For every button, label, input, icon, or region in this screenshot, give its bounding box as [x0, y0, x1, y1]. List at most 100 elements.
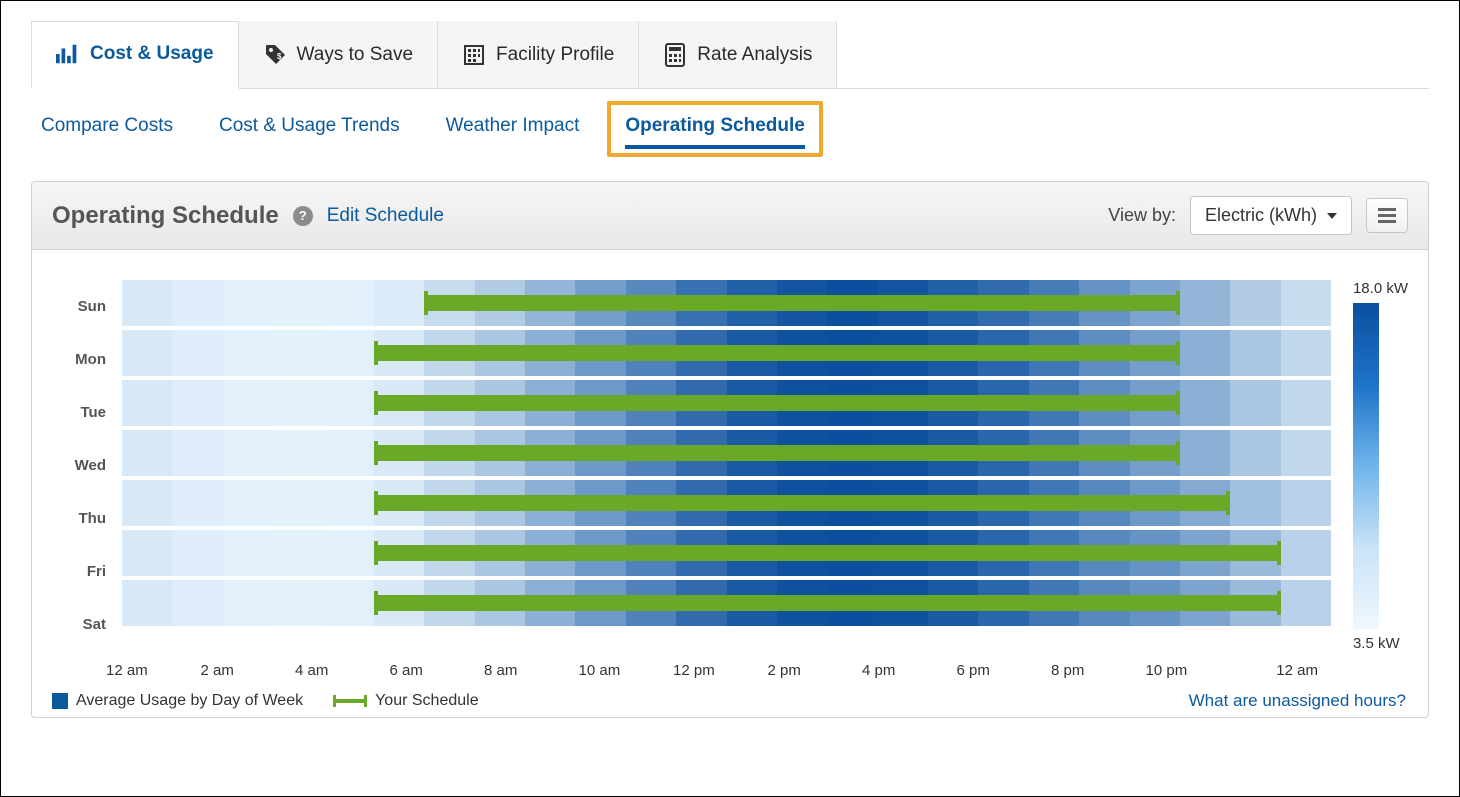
tab-label: Facility Profile [496, 44, 614, 66]
y-tick-label: Sat [52, 602, 106, 648]
x-tick-label: 8 am [484, 662, 579, 679]
chart-area: SunMonTueWedThuFriSat 18.0 kW 3.5 kW 12 … [32, 250, 1428, 717]
legend-swatch-line-icon [333, 699, 367, 703]
heatmap-cell [1281, 380, 1331, 426]
hamburger-icon [1378, 208, 1396, 223]
y-tick-label: Wed [52, 443, 106, 489]
colorbar-wrap: 18.0 kW 3.5 kW [1341, 280, 1408, 652]
heatmap-cell [122, 530, 172, 576]
help-icon[interactable]: ? [293, 206, 313, 226]
heatmap-row [122, 580, 1331, 626]
heatmap-cell [223, 380, 273, 426]
tab-label: Cost & Usage [90, 43, 214, 65]
y-axis-labels: SunMonTueWedThuFriSat [52, 280, 112, 652]
schedule-bar [424, 295, 1180, 311]
panel-header: Operating Schedule ? Edit Schedule View … [32, 182, 1428, 250]
building-icon [462, 43, 486, 67]
heatmap-cell [324, 430, 374, 476]
heatmap-cell [172, 530, 222, 576]
heatmap-cell [122, 580, 172, 626]
y-tick-label: Mon [52, 337, 106, 383]
legend-label: Your Schedule [375, 692, 479, 710]
y-tick-label: Tue [52, 390, 106, 436]
chart-menu-button[interactable] [1366, 198, 1408, 233]
heatmap-cell [1230, 480, 1280, 526]
heatmap-cell [374, 280, 424, 326]
subnav-weather-impact[interactable]: Weather Impact [446, 115, 580, 157]
colorbar-max: 18.0 kW [1353, 280, 1408, 297]
heatmap-cell [223, 330, 273, 376]
x-tick-label: 4 am [295, 662, 390, 679]
heatmap-cell [1281, 330, 1331, 376]
heatmap-cell [324, 580, 374, 626]
schedule-bar [374, 395, 1180, 411]
calculator-icon [663, 43, 687, 67]
legend: Average Usage by Day of Week Your Schedu… [52, 685, 1408, 711]
tab-cost-usage[interactable]: Cost & Usage [31, 21, 239, 89]
heatmap-cell [273, 330, 323, 376]
highlight-annotation: Operating Schedule [607, 101, 822, 157]
edit-schedule-link[interactable]: Edit Schedule [327, 205, 444, 227]
heatmap-cell [1230, 280, 1280, 326]
heatmap-cell [324, 330, 374, 376]
heatmap-cell [1281, 580, 1331, 626]
heatmap-cell [223, 580, 273, 626]
heatmap-cell [172, 480, 222, 526]
panel-title: Operating Schedule [52, 202, 279, 230]
heatmap-cell [122, 330, 172, 376]
heatmap-row [122, 330, 1331, 376]
tab-facility-profile[interactable]: Facility Profile [438, 21, 639, 88]
heatmap-cell [324, 480, 374, 526]
x-tick-label: 4 pm [862, 662, 957, 679]
schedule-bar [374, 595, 1281, 611]
colorbar-min: 3.5 kW [1353, 635, 1408, 652]
heatmap-cell [122, 380, 172, 426]
x-tick-label: 2 pm [768, 662, 863, 679]
heatmap-cell [223, 530, 273, 576]
heatmap-cell [273, 280, 323, 326]
heatmap-cell [1281, 430, 1331, 476]
tab-ways-to-save[interactable]: $ Ways to Save [239, 21, 439, 88]
operating-schedule-panel: Operating Schedule ? Edit Schedule View … [31, 181, 1429, 718]
x-tick-label: 12 am [106, 662, 201, 679]
secondary-nav: Compare Costs Cost & Usage Trends Weathe… [31, 89, 1429, 175]
heatmap-cell [324, 380, 374, 426]
schedule-bar [374, 345, 1180, 361]
heatmap-cell [1180, 330, 1230, 376]
heatmap-cell [273, 580, 323, 626]
subnav-compare-costs[interactable]: Compare Costs [41, 115, 173, 157]
heatmap-cell [273, 480, 323, 526]
heatmap-cell [223, 280, 273, 326]
dropdown-value: Electric (kWh) [1205, 205, 1317, 226]
tab-rate-analysis[interactable]: Rate Analysis [639, 21, 837, 88]
heatmap-cell [172, 430, 222, 476]
x-tick-label: 6 pm [957, 662, 1052, 679]
legend-avg-usage: Average Usage by Day of Week [52, 692, 303, 710]
heatmap-cell [1230, 430, 1280, 476]
subnav-cost-usage-trends[interactable]: Cost & Usage Trends [219, 115, 400, 157]
schedule-bar [374, 495, 1230, 511]
schedule-bar [374, 445, 1180, 461]
bars-icon [56, 42, 80, 66]
heatmap-row [122, 480, 1331, 526]
y-tick-label: Sun [52, 284, 106, 330]
x-tick-label: 12 pm [673, 662, 768, 679]
subnav-operating-schedule[interactable]: Operating Schedule [625, 115, 804, 149]
heatmap-cell [324, 280, 374, 326]
heatmap-cell [1230, 380, 1280, 426]
heatmap-cell [172, 380, 222, 426]
colorbar [1353, 303, 1379, 629]
heatmap-cell [172, 280, 222, 326]
chevron-down-icon [1327, 213, 1337, 219]
heatmap-cell [324, 530, 374, 576]
viewby-dropdown[interactable]: Electric (kWh) [1190, 196, 1352, 235]
unassigned-hours-link[interactable]: What are unassigned hours? [1189, 691, 1406, 711]
x-axis-labels: 12 am2 am4 am6 am8 am10 am12 pm2 pm4 pm6… [122, 662, 1318, 679]
heatmap-cell [1230, 330, 1280, 376]
legend-label: Average Usage by Day of Week [76, 692, 303, 710]
x-tick-label: 10 pm [1146, 662, 1241, 679]
heatmap-cell [273, 380, 323, 426]
heatmap-cell [1281, 530, 1331, 576]
schedule-bar [374, 545, 1281, 561]
heatmap-cell [1180, 280, 1230, 326]
